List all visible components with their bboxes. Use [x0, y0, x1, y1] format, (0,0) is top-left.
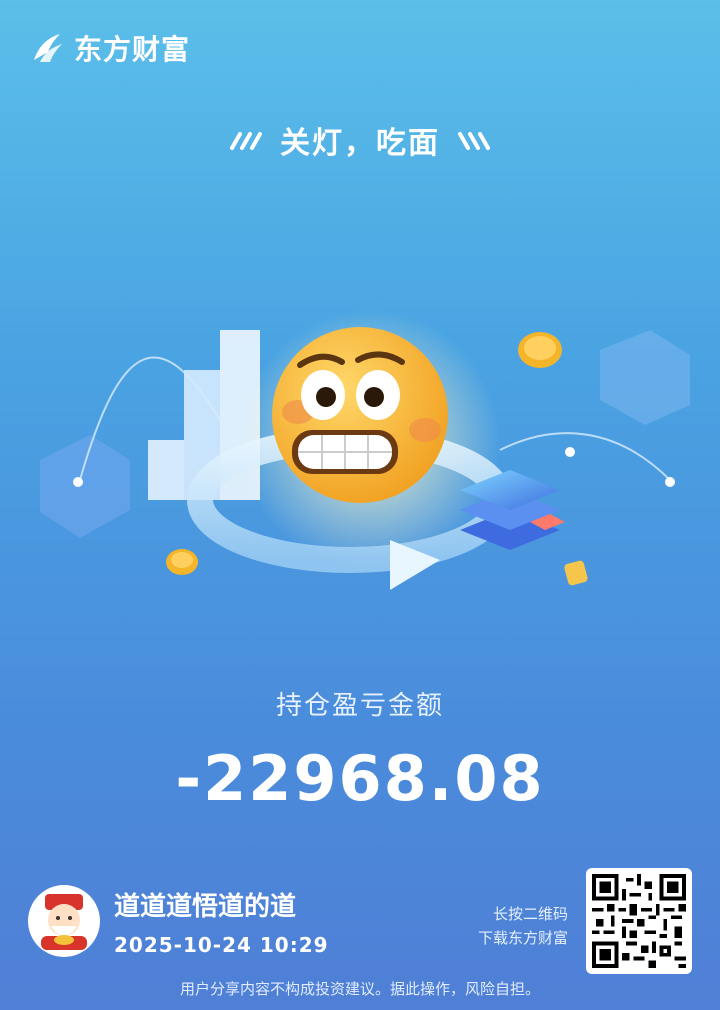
slogan-text: 关灯，吃面 — [280, 126, 440, 161]
caishen-avatar-icon — [41, 894, 87, 950]
grimacing-emoji-icon — [272, 327, 448, 503]
trend-curve — [499, 432, 671, 481]
cube-decoration — [600, 330, 690, 425]
coin-icon — [564, 560, 588, 586]
slogan: 关灯，吃面 — [0, 118, 720, 162]
cube-decoration — [40, 435, 130, 538]
pnl-label: 持仓盈亏金额 — [275, 691, 444, 721]
slash-decoration-icon — [230, 132, 262, 150]
coin-icon — [518, 332, 562, 368]
coin-icon — [166, 549, 198, 575]
qr-code[interactable] — [586, 868, 692, 974]
brand-logo: 东方财富 — [30, 28, 190, 68]
qr-hint: 长按二维码 下载东方财富 — [478, 902, 568, 950]
eastmoney-logo-icon — [34, 34, 62, 62]
pnl-value: -22968.08 — [175, 742, 545, 815]
username: 道道道悟道的道 — [114, 891, 297, 922]
slash-decoration-icon — [458, 132, 490, 150]
qr-hint-line1: 长按二维码 — [492, 905, 568, 923]
brand-name: 东方财富 — [74, 33, 191, 66]
qr-hint-line2: 下载东方财富 — [477, 929, 568, 947]
user-card: 道道道悟道的道 2025-10-24 10:29 — [28, 885, 329, 957]
hero-illustration — [40, 310, 690, 590]
disclaimer: 用户分享内容不构成投资建议。据此操作，风险自担。 — [179, 980, 540, 998]
qr-code-icon — [592, 874, 686, 968]
avatar — [28, 885, 100, 957]
timestamp: 2025-10-24 10:29 — [114, 932, 329, 957]
